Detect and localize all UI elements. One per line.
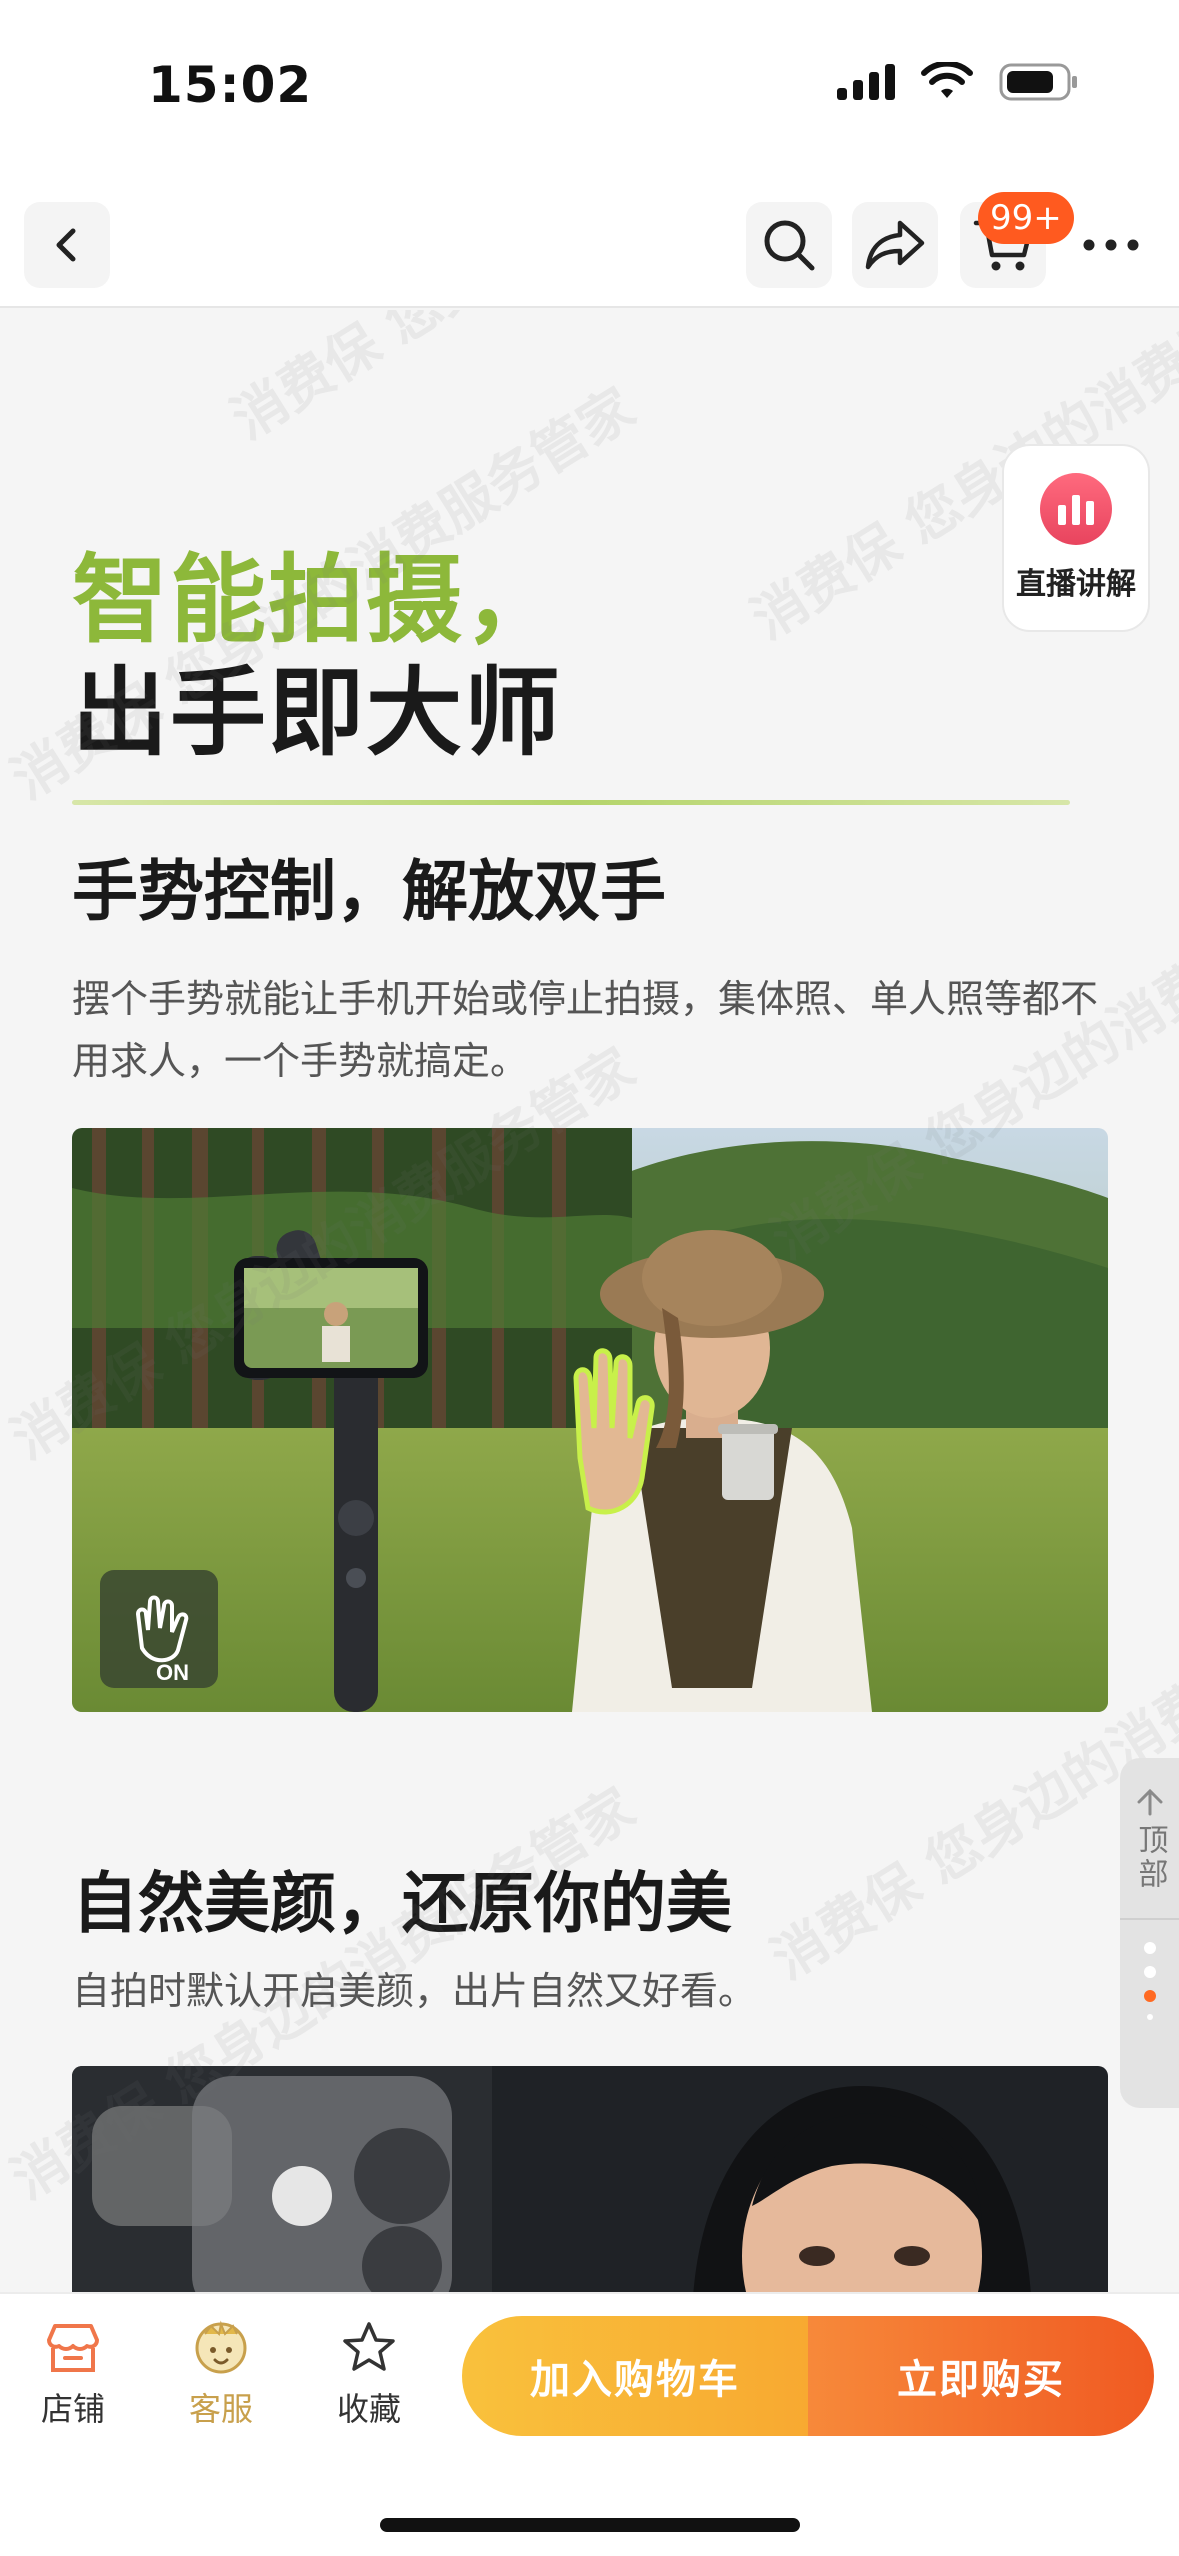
buy-now-button[interactable]: 立即购买: [808, 2316, 1154, 2436]
live-explain-button[interactable]: 直播讲解: [1002, 444, 1150, 632]
beauty-section-desc: 自拍时默认开启美颜，出片自然又好看。: [72, 1969, 757, 2013]
back-to-top-panel[interactable]: 顶部: [1120, 1758, 1179, 2108]
customer-service-icon: [195, 2320, 247, 2374]
section-divider: [72, 800, 1070, 805]
top-navigation-bar: 99+: [0, 170, 1179, 308]
shop-label: 店铺: [40, 2390, 105, 2428]
star-icon: [343, 2322, 395, 2371]
share-button[interactable]: [852, 202, 938, 288]
live-explain-label: 直播讲解: [1016, 567, 1136, 602]
more-dots-icon: [1083, 239, 1139, 251]
back-to-top-label: 顶部: [1132, 1824, 1168, 1892]
status-bar: 15:02: [0, 0, 1179, 170]
cart-count-badge: 99+: [978, 192, 1074, 244]
status-icons: [837, 62, 1079, 102]
chevron-left-icon: [56, 228, 76, 262]
side-nav-divider: [1120, 1918, 1179, 1920]
gesture-section-title: 手势控制，解放双手: [72, 853, 666, 930]
hero-headline-line2: 出手即大师: [72, 657, 562, 769]
share-icon: [865, 220, 925, 270]
favorite-button[interactable]: 收藏: [314, 2320, 424, 2430]
beauty-section-title: 自然美颜，还原你的美: [72, 1865, 732, 1942]
beauty-mode-photo: [72, 2066, 1108, 2295]
gesture-section-desc: 摆个手势就能让手机开始或停止拍摄，集体照、单人照等都不用求人，一个手势就搞定。: [72, 977, 1099, 1083]
status-time: 15:02: [148, 56, 313, 114]
page-indicator-dots[interactable]: [1143, 1942, 1156, 2020]
shop-button[interactable]: 店铺: [18, 2320, 128, 2430]
favorite-label: 收藏: [336, 2390, 401, 2428]
wifi-icon: [921, 62, 973, 98]
customer-service-label: 客服: [188, 2390, 253, 2428]
customer-service-button[interactable]: 客服: [166, 2320, 276, 2430]
cellular-signal-icon: [837, 64, 895, 100]
watermark: 消费保 您身边的消费服务管家: [214, 310, 867, 454]
page-dot[interactable]: [1143, 1942, 1156, 1954]
back-button[interactable]: [24, 202, 110, 288]
more-button[interactable]: [1068, 202, 1154, 288]
page-dot-active[interactable]: [1143, 1990, 1156, 2002]
shop-icon: [47, 2324, 99, 2372]
page-dot[interactable]: [1143, 1966, 1156, 1978]
search-icon: [764, 220, 815, 271]
page-dot[interactable]: [1146, 2014, 1153, 2020]
arrow-up-icon: [1137, 1788, 1162, 1816]
home-indicator[interactable]: [380, 2518, 800, 2532]
bottom-action-bar: 店铺 客服 收藏 加入购物车 立即购买: [0, 2292, 1179, 2556]
live-chart-icon: [1040, 473, 1112, 545]
gesture-control-photo: ON: [72, 1128, 1108, 1712]
gesture-on-label: ON: [156, 1660, 189, 1685]
battery-icon: [999, 63, 1077, 101]
add-to-cart-button[interactable]: 加入购物车: [462, 2316, 808, 2436]
search-button[interactable]: [746, 202, 832, 288]
